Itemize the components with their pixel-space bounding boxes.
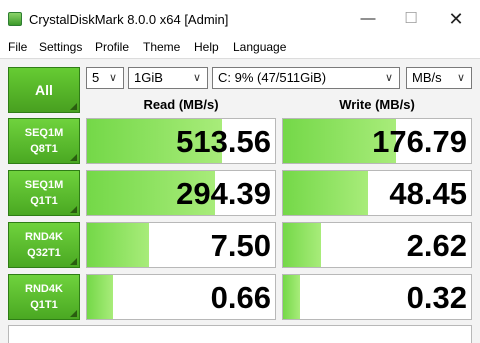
test-button-seq1m-q8t1[interactable]: SEQ1M Q8T1 bbox=[8, 118, 80, 164]
corner-indicator-icon bbox=[70, 154, 77, 161]
write-value: 2.62 bbox=[406, 228, 467, 263]
menu-bar: File Settings Profile Theme Help Languag… bbox=[0, 38, 480, 58]
test-params: Q1T1 bbox=[30, 195, 58, 207]
unit-value: MB/s bbox=[412, 70, 442, 85]
write-result: 0.32 bbox=[282, 274, 472, 320]
read-bar bbox=[87, 275, 114, 319]
corner-indicator-icon bbox=[70, 258, 77, 265]
test-name: RND4K bbox=[25, 283, 63, 295]
read-column-header: Read (MB/s) bbox=[143, 97, 219, 112]
write-bar bbox=[283, 275, 300, 319]
read-bar bbox=[87, 223, 150, 267]
read-value: 294.39 bbox=[176, 176, 271, 211]
write-bar bbox=[283, 223, 321, 267]
all-button[interactable]: All bbox=[8, 67, 80, 113]
menu-theme[interactable]: Theme bbox=[143, 40, 180, 54]
unit-select[interactable]: MB/s ∨ bbox=[406, 67, 472, 89]
menu-language[interactable]: Language bbox=[233, 40, 286, 54]
minimize-button[interactable]: — bbox=[350, 6, 386, 32]
drive-value: C: 9% (47/511GiB) bbox=[218, 70, 327, 85]
menu-file[interactable]: File bbox=[8, 40, 27, 54]
test-button-seq1m-q1t1[interactable]: SEQ1M Q1T1 bbox=[8, 170, 80, 216]
corner-indicator-icon bbox=[70, 310, 77, 317]
menu-profile[interactable]: Profile bbox=[95, 40, 129, 54]
read-result: 513.56 bbox=[86, 118, 276, 164]
test-name: RND4K bbox=[25, 231, 63, 243]
read-result: 294.39 bbox=[86, 170, 276, 216]
test-name: SEQ1M bbox=[24, 127, 64, 139]
test-size-select[interactable]: 1GiB ∨ bbox=[128, 67, 208, 89]
corner-indicator-icon bbox=[70, 206, 77, 213]
test-params: Q32T1 bbox=[27, 247, 61, 259]
write-value: 48.45 bbox=[389, 176, 467, 211]
read-value: 513.56 bbox=[176, 124, 271, 159]
write-result: 176.79 bbox=[282, 118, 472, 164]
read-result: 0.66 bbox=[86, 274, 276, 320]
test-button-rnd4k-q1t1[interactable]: RND4K Q1T1 bbox=[8, 274, 80, 320]
test-count-value: 5 bbox=[92, 70, 100, 85]
drive-select[interactable]: C: 9% (47/511GiB) ∨ bbox=[212, 67, 400, 89]
test-size-value: 1GiB bbox=[134, 70, 163, 85]
app-icon bbox=[8, 12, 22, 26]
corner-indicator-icon bbox=[70, 103, 77, 110]
title-bar: CrystalDiskMark 8.0.0 x64 [Admin] — ☐ ✕ bbox=[0, 0, 480, 38]
test-params: Q1T1 bbox=[30, 299, 58, 311]
menu-settings[interactable]: Settings bbox=[39, 40, 82, 54]
chevron-down-icon: ∨ bbox=[108, 72, 118, 84]
all-button-label: All bbox=[35, 82, 53, 98]
write-result: 2.62 bbox=[282, 222, 472, 268]
chevron-down-icon: ∨ bbox=[192, 72, 202, 84]
write-bar bbox=[283, 171, 368, 215]
test-params: Q8T1 bbox=[30, 143, 58, 155]
read-value: 7.50 bbox=[210, 228, 271, 263]
menu-help[interactable]: Help bbox=[194, 40, 219, 54]
test-button-rnd4k-q32t1[interactable]: RND4K Q32T1 bbox=[8, 222, 80, 268]
maximize-button[interactable]: ☐ bbox=[393, 6, 429, 32]
write-value: 176.79 bbox=[372, 124, 467, 159]
read-value: 0.66 bbox=[210, 280, 271, 315]
test-count-select[interactable]: 5 ∨ bbox=[86, 67, 124, 89]
close-button[interactable]: ✕ bbox=[438, 6, 474, 32]
main-panel: All 5 ∨ 1GiB ∨ C: 9% (47/511GiB) ∨ MB/s … bbox=[0, 58, 480, 343]
chevron-down-icon: ∨ bbox=[384, 72, 394, 84]
comment-field[interactable] bbox=[8, 325, 472, 343]
write-value: 0.32 bbox=[406, 280, 467, 315]
test-name: SEQ1M bbox=[24, 179, 64, 191]
chevron-down-icon: ∨ bbox=[456, 72, 466, 84]
write-column-header: Write (MB/s) bbox=[339, 97, 415, 112]
read-result: 7.50 bbox=[86, 222, 276, 268]
write-result: 48.45 bbox=[282, 170, 472, 216]
window-title: CrystalDiskMark 8.0.0 x64 [Admin] bbox=[29, 12, 229, 27]
